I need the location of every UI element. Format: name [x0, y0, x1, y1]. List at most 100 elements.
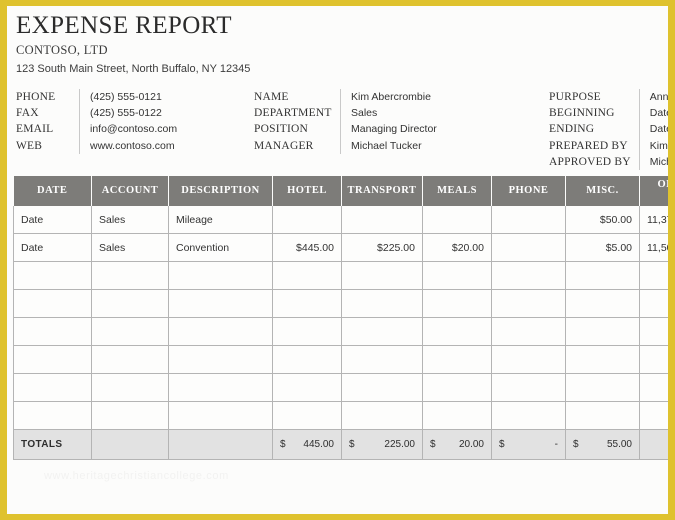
cell-odometer-start[interactable]: 11,500.0 — [639, 233, 668, 262]
trip-value-purpose[interactable]: Annual Sales Meeting — [650, 89, 668, 105]
table-row[interactable]: Date Sales Mileage $50.00 11,378.5 — [13, 206, 668, 234]
cell-date[interactable] — [13, 289, 92, 318]
table-row[interactable]: Date Sales Convention $445.00 $225.00 $2… — [13, 233, 668, 262]
cell-phone[interactable] — [491, 261, 566, 290]
cell-phone[interactable] — [491, 373, 566, 402]
table-row[interactable] — [13, 261, 668, 290]
cell-hotel[interactable] — [272, 317, 342, 346]
cell-meals[interactable] — [422, 373, 492, 402]
cell-meals[interactable] — [422, 345, 492, 374]
cell-meals[interactable] — [422, 317, 492, 346]
cell-account[interactable] — [91, 345, 169, 374]
cell-transport[interactable] — [341, 206, 423, 234]
cell-account[interactable] — [91, 401, 169, 430]
column-header-misc[interactable]: MISC. — [565, 176, 640, 206]
contact-value-phone[interactable]: (425) 555-0121 — [90, 89, 177, 105]
cell-description[interactable] — [168, 401, 273, 430]
cell-date[interactable] — [13, 401, 92, 430]
cell-description[interactable] — [168, 261, 273, 290]
cell-odometer-start[interactable] — [639, 373, 668, 402]
column-header-date[interactable]: DATE — [13, 176, 92, 206]
column-header-description[interactable]: DESCRIPTION — [168, 176, 273, 206]
cell-hotel[interactable] — [272, 373, 342, 402]
cell-transport[interactable]: $225.00 — [341, 233, 423, 262]
cell-misc[interactable] — [565, 373, 640, 402]
cell-account[interactable] — [91, 289, 169, 318]
cell-misc[interactable] — [565, 317, 640, 346]
cell-misc[interactable] — [565, 401, 640, 430]
cell-meals[interactable] — [422, 401, 492, 430]
cell-account[interactable] — [91, 373, 169, 402]
column-header-phone[interactable]: PHONE — [491, 176, 566, 206]
table-row[interactable] — [13, 289, 668, 318]
trip-value-beginning[interactable]: Date — [650, 105, 668, 121]
cell-hotel[interactable] — [272, 289, 342, 318]
cell-transport[interactable] — [341, 401, 423, 430]
cell-description[interactable] — [168, 373, 273, 402]
cell-date[interactable] — [13, 261, 92, 290]
table-row[interactable] — [13, 345, 668, 374]
table-row[interactable] — [13, 317, 668, 346]
cell-transport[interactable] — [341, 345, 423, 374]
column-header-account[interactable]: ACCOUNT — [91, 176, 169, 206]
cell-date[interactable]: Date — [13, 206, 92, 234]
cell-account[interactable]: Sales — [91, 206, 169, 234]
cell-account[interactable] — [91, 261, 169, 290]
cell-phone[interactable] — [491, 401, 566, 430]
cell-meals[interactable]: $20.00 — [422, 233, 492, 262]
cell-odometer-start[interactable] — [639, 345, 668, 374]
cell-hotel[interactable] — [272, 401, 342, 430]
cell-hotel[interactable] — [272, 345, 342, 374]
trip-value-prepared-by[interactable]: Kim Abercrombie — [650, 138, 668, 154]
employee-value-name[interactable]: Kim Abercrombie — [351, 89, 437, 105]
cell-phone[interactable] — [491, 317, 566, 346]
cell-meals[interactable] — [422, 206, 492, 234]
cell-description[interactable] — [168, 289, 273, 318]
cell-transport[interactable] — [341, 317, 423, 346]
column-header-odometer-start[interactable]: ODOMETER START — [639, 176, 668, 206]
column-header-hotel[interactable]: HOTEL — [272, 176, 342, 206]
cell-date[interactable]: Date — [13, 233, 92, 262]
cell-misc[interactable]: $50.00 — [565, 206, 640, 234]
cell-odometer-start[interactable] — [639, 261, 668, 290]
cell-odometer-start[interactable] — [639, 289, 668, 318]
cell-meals[interactable] — [422, 289, 492, 318]
cell-phone[interactable] — [491, 233, 566, 262]
cell-date[interactable] — [13, 373, 92, 402]
cell-description[interactable] — [168, 345, 273, 374]
table-row[interactable] — [13, 401, 668, 430]
cell-transport[interactable] — [341, 373, 423, 402]
cell-odometer-start[interactable] — [639, 401, 668, 430]
cell-phone[interactable] — [491, 289, 566, 318]
employee-value-position[interactable]: Managing Director — [351, 121, 437, 137]
cell-misc[interactable] — [565, 261, 640, 290]
cell-transport[interactable] — [341, 289, 423, 318]
cell-phone[interactable] — [491, 206, 566, 234]
cell-phone[interactable] — [491, 345, 566, 374]
cell-date[interactable] — [13, 345, 92, 374]
cell-transport[interactable] — [341, 261, 423, 290]
cell-misc[interactable] — [565, 289, 640, 318]
cell-hotel[interactable] — [272, 261, 342, 290]
cell-hotel[interactable] — [272, 206, 342, 234]
contact-value-fax[interactable]: (425) 555-0122 — [90, 105, 177, 121]
cell-description[interactable] — [168, 317, 273, 346]
cell-misc[interactable] — [565, 345, 640, 374]
cell-date[interactable] — [13, 317, 92, 346]
cell-hotel[interactable]: $445.00 — [272, 233, 342, 262]
column-header-transport[interactable]: TRANSPORT — [341, 176, 423, 206]
trip-value-ending[interactable]: Date — [650, 121, 668, 137]
column-header-meals[interactable]: MEALS — [422, 176, 492, 206]
employee-value-department[interactable]: Sales — [351, 105, 437, 121]
cell-description[interactable]: Mileage — [168, 206, 273, 234]
trip-value-approved-by[interactable]: Michael Tucker — [650, 154, 668, 170]
contact-value-web[interactable]: www.contoso.com — [90, 138, 177, 154]
cell-odometer-start[interactable]: 11,378.5 — [639, 206, 668, 234]
cell-description[interactable]: Convention — [168, 233, 273, 262]
cell-odometer-start[interactable] — [639, 317, 668, 346]
employee-value-manager[interactable]: Michael Tucker — [351, 138, 437, 154]
table-row[interactable] — [13, 373, 668, 402]
contact-value-email[interactable]: info@contoso.com — [90, 121, 177, 137]
cell-account[interactable] — [91, 317, 169, 346]
cell-account[interactable]: Sales — [91, 233, 169, 262]
